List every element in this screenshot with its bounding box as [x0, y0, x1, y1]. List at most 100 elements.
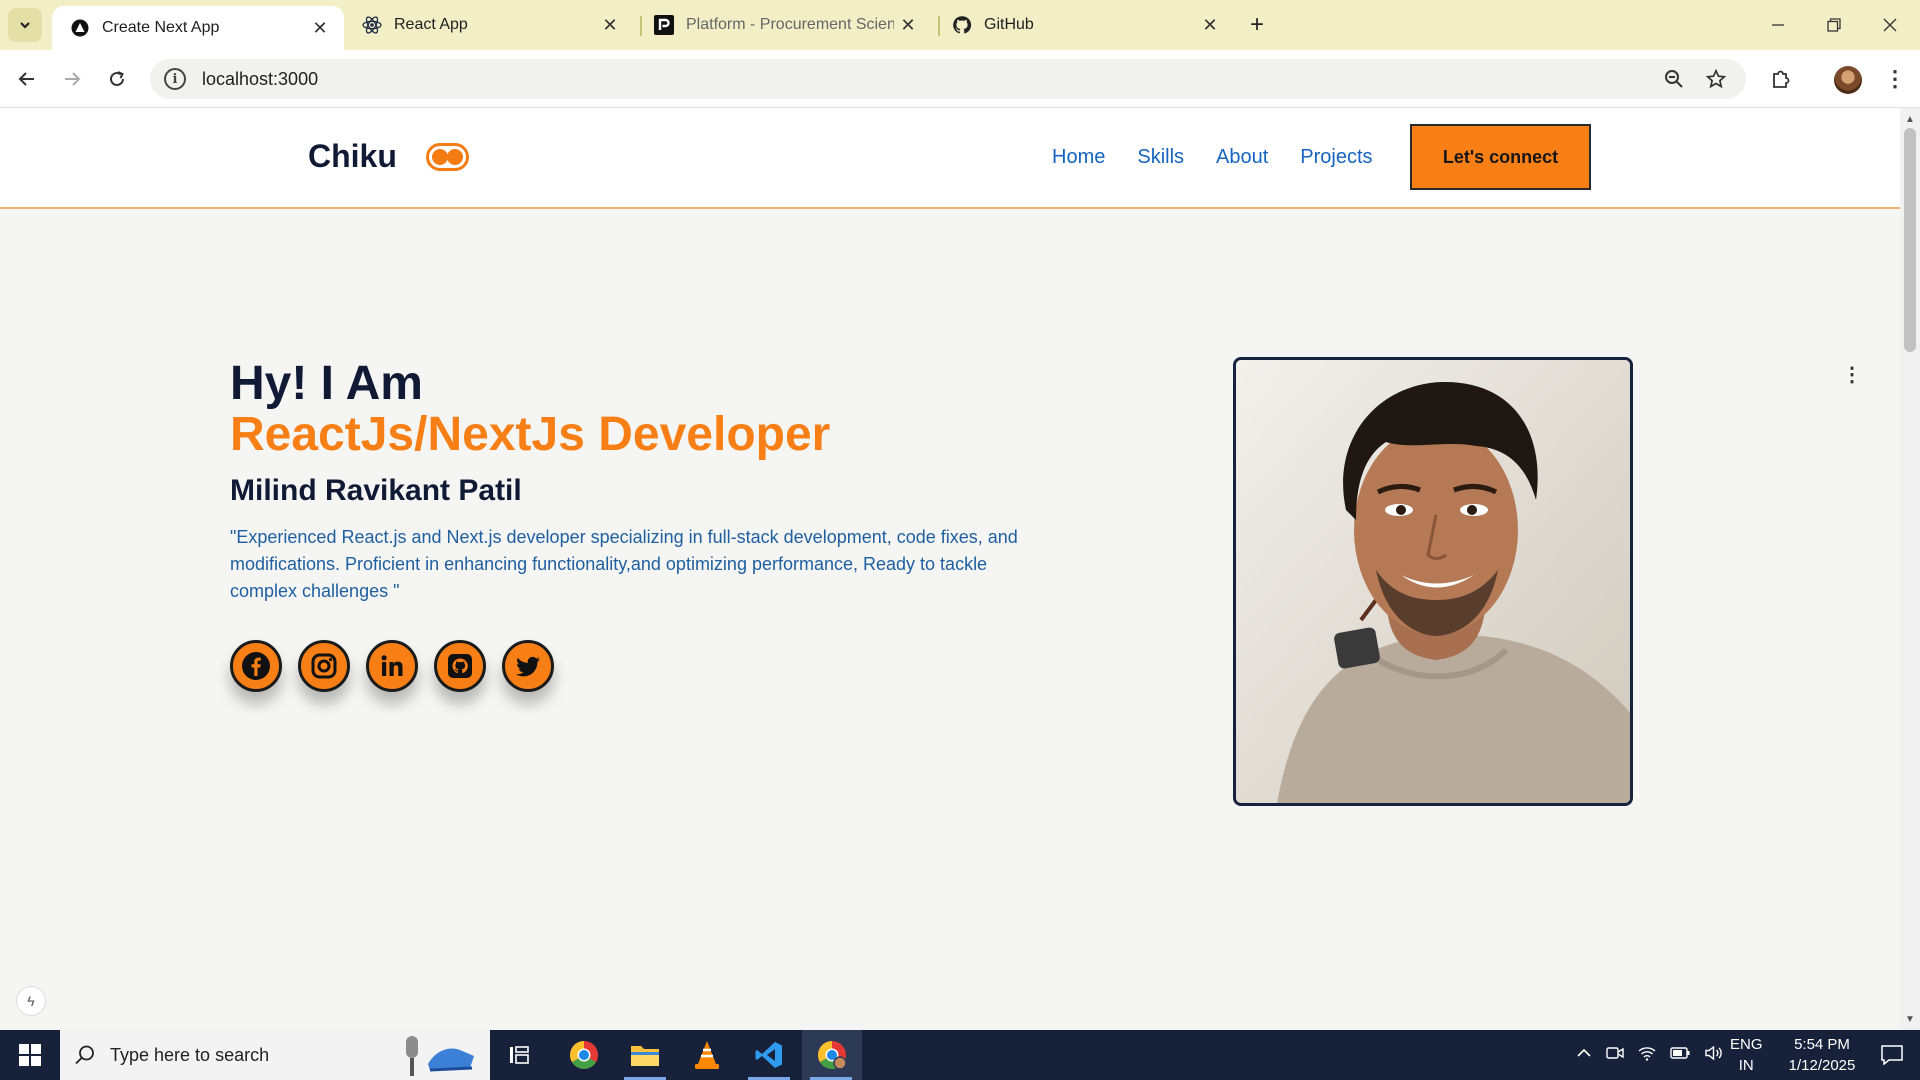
- input-language[interactable]: ENG IN: [1730, 1034, 1763, 1076]
- task-view-icon: [510, 1046, 529, 1064]
- page-options-icon[interactable]: ⋮: [1842, 362, 1862, 387]
- taskbar-file-explorer[interactable]: [616, 1030, 674, 1080]
- page-scrollbar[interactable]: ▲ ▼: [1900, 108, 1920, 1030]
- meet-now-icon[interactable]: [1606, 1045, 1624, 1065]
- forward-button[interactable]: [55, 62, 89, 96]
- extensions-button[interactable]: [1764, 62, 1798, 96]
- minimize-button[interactable]: [1750, 0, 1806, 50]
- theme-toggle-icon[interactable]: [426, 143, 469, 171]
- vlc-cone-icon: [695, 1041, 719, 1069]
- profile-avatar[interactable]: [1834, 66, 1862, 94]
- clock[interactable]: 5:54 PM 1/12/2025: [1772, 1034, 1872, 1076]
- start-button[interactable]: [0, 1030, 60, 1080]
- github-icon: [952, 15, 972, 35]
- bookmark-star-icon[interactable]: [1702, 65, 1730, 93]
- url-text: localhost:3000: [202, 68, 319, 89]
- taskbar-vscode[interactable]: [740, 1030, 798, 1080]
- tab-search-button[interactable]: [8, 8, 42, 42]
- chrome-profile-icon: [818, 1041, 847, 1070]
- platform-p-icon: [654, 15, 674, 35]
- instagram-link[interactable]: [298, 640, 350, 692]
- close-tab-icon[interactable]: ✕: [306, 14, 334, 42]
- linkedin-icon: [381, 655, 403, 676]
- windows-logo-icon: [19, 1044, 41, 1066]
- github-link[interactable]: [434, 640, 486, 692]
- windows-taskbar: Type here to search ENG IN 5:54 PM 1/12/…: [0, 1030, 1920, 1080]
- volume-icon[interactable]: [1704, 1045, 1724, 1065]
- tab-react-app[interactable]: React App ✕: [344, 0, 634, 50]
- tab-github[interactable]: GitHub ✕: [934, 0, 1234, 50]
- scroll-down-arrow-icon[interactable]: ▼: [1900, 1012, 1920, 1026]
- hero-greeting: Hy! I Am: [230, 357, 423, 410]
- clock-time: 5:54 PM: [1794, 1036, 1850, 1053]
- profile-photo: [1233, 357, 1633, 806]
- taskbar-search-box[interactable]: Type here to search: [60, 1030, 490, 1080]
- arrow-left-icon: [18, 72, 34, 86]
- tab-platform[interactable]: Platform - Procurement Science ✕: [636, 0, 932, 50]
- github-icon: [448, 654, 472, 678]
- tab-strip: Create Next App ✕ React App ✕ Platform -…: [0, 0, 1920, 50]
- hero-role: ReactJs/NextJs Developer: [230, 408, 831, 461]
- chevron-up-icon[interactable]: [1576, 1045, 1592, 1065]
- browser-menu-icon[interactable]: ⋮: [1880, 62, 1910, 96]
- close-tab-icon[interactable]: ✕: [894, 11, 922, 39]
- scrollbar-thumb[interactable]: [1904, 128, 1916, 352]
- scroll-up-arrow-icon[interactable]: ▲: [1900, 112, 1920, 126]
- chrome-icon: [570, 1041, 598, 1069]
- reload-button[interactable]: [100, 62, 134, 96]
- instagram-icon: [311, 653, 337, 679]
- tab-title: GitHub: [984, 16, 1034, 33]
- tab-create-next-app[interactable]: Create Next App ✕: [52, 6, 344, 50]
- close-icon: [1883, 18, 1897, 32]
- lets-connect-button[interactable]: Let's connect: [1410, 124, 1591, 190]
- reload-icon: [110, 71, 124, 86]
- new-tab-button[interactable]: +: [1240, 10, 1274, 40]
- nav-projects[interactable]: Projects: [1300, 146, 1372, 169]
- notification-icon: [1881, 1045, 1903, 1065]
- taskbar-chrome[interactable]: [555, 1030, 613, 1080]
- search-highlight-image: [406, 1036, 474, 1076]
- chevron-down-icon: [20, 22, 30, 29]
- taskbar-vlc[interactable]: [678, 1030, 736, 1080]
- puzzle-icon: [1773, 70, 1790, 88]
- tab-title: React App: [394, 16, 468, 33]
- nav-about[interactable]: About: [1216, 146, 1268, 169]
- lightning-icon[interactable]: ϟ: [16, 986, 46, 1016]
- system-tray: [1576, 1030, 1724, 1080]
- task-view-button[interactable]: [490, 1030, 548, 1080]
- search-icon: [75, 1045, 94, 1065]
- facebook-icon: [242, 652, 270, 680]
- tab-title: Create Next App: [102, 19, 220, 36]
- arrow-right-icon: [65, 72, 81, 86]
- hero-name: Milind Ravikant Patil: [230, 474, 522, 507]
- react-icon: [362, 15, 382, 35]
- restore-icon: [1827, 18, 1841, 32]
- nav-skills[interactable]: Skills: [1137, 146, 1184, 169]
- twitter-link[interactable]: [502, 640, 554, 692]
- region-code: IN: [1738, 1057, 1754, 1074]
- facebook-link[interactable]: [230, 640, 282, 692]
- close-tab-icon[interactable]: ✕: [596, 11, 624, 39]
- close-tab-icon[interactable]: ✕: [1196, 11, 1224, 39]
- nav-home[interactable]: Home: [1052, 146, 1105, 169]
- notification-center-button[interactable]: [1864, 1030, 1920, 1080]
- social-links: [230, 640, 554, 692]
- battery-icon[interactable]: [1670, 1046, 1690, 1064]
- zoom-icon[interactable]: [1660, 65, 1688, 93]
- minimize-icon: [1772, 24, 1784, 26]
- tab-title: Platform - Procurement Science: [686, 16, 894, 33]
- address-bar[interactable]: i localhost:3000: [150, 59, 1746, 99]
- taskbar-chrome-active[interactable]: [802, 1030, 862, 1080]
- site-nav: Home Skills About Projects: [1052, 146, 1373, 169]
- site-info-icon[interactable]: i: [164, 68, 186, 90]
- back-button[interactable]: [10, 62, 44, 96]
- wifi-icon[interactable]: [1638, 1045, 1656, 1065]
- vscode-icon: [755, 1042, 782, 1068]
- profile-photo-illustration: [1236, 360, 1630, 803]
- close-window-button[interactable]: [1862, 0, 1918, 50]
- restore-button[interactable]: [1806, 0, 1862, 50]
- site-brand[interactable]: Chiku: [308, 138, 397, 175]
- language-code: ENG: [1730, 1036, 1763, 1053]
- clock-date: 1/12/2025: [1788, 1057, 1856, 1074]
- linkedin-link[interactable]: [366, 640, 418, 692]
